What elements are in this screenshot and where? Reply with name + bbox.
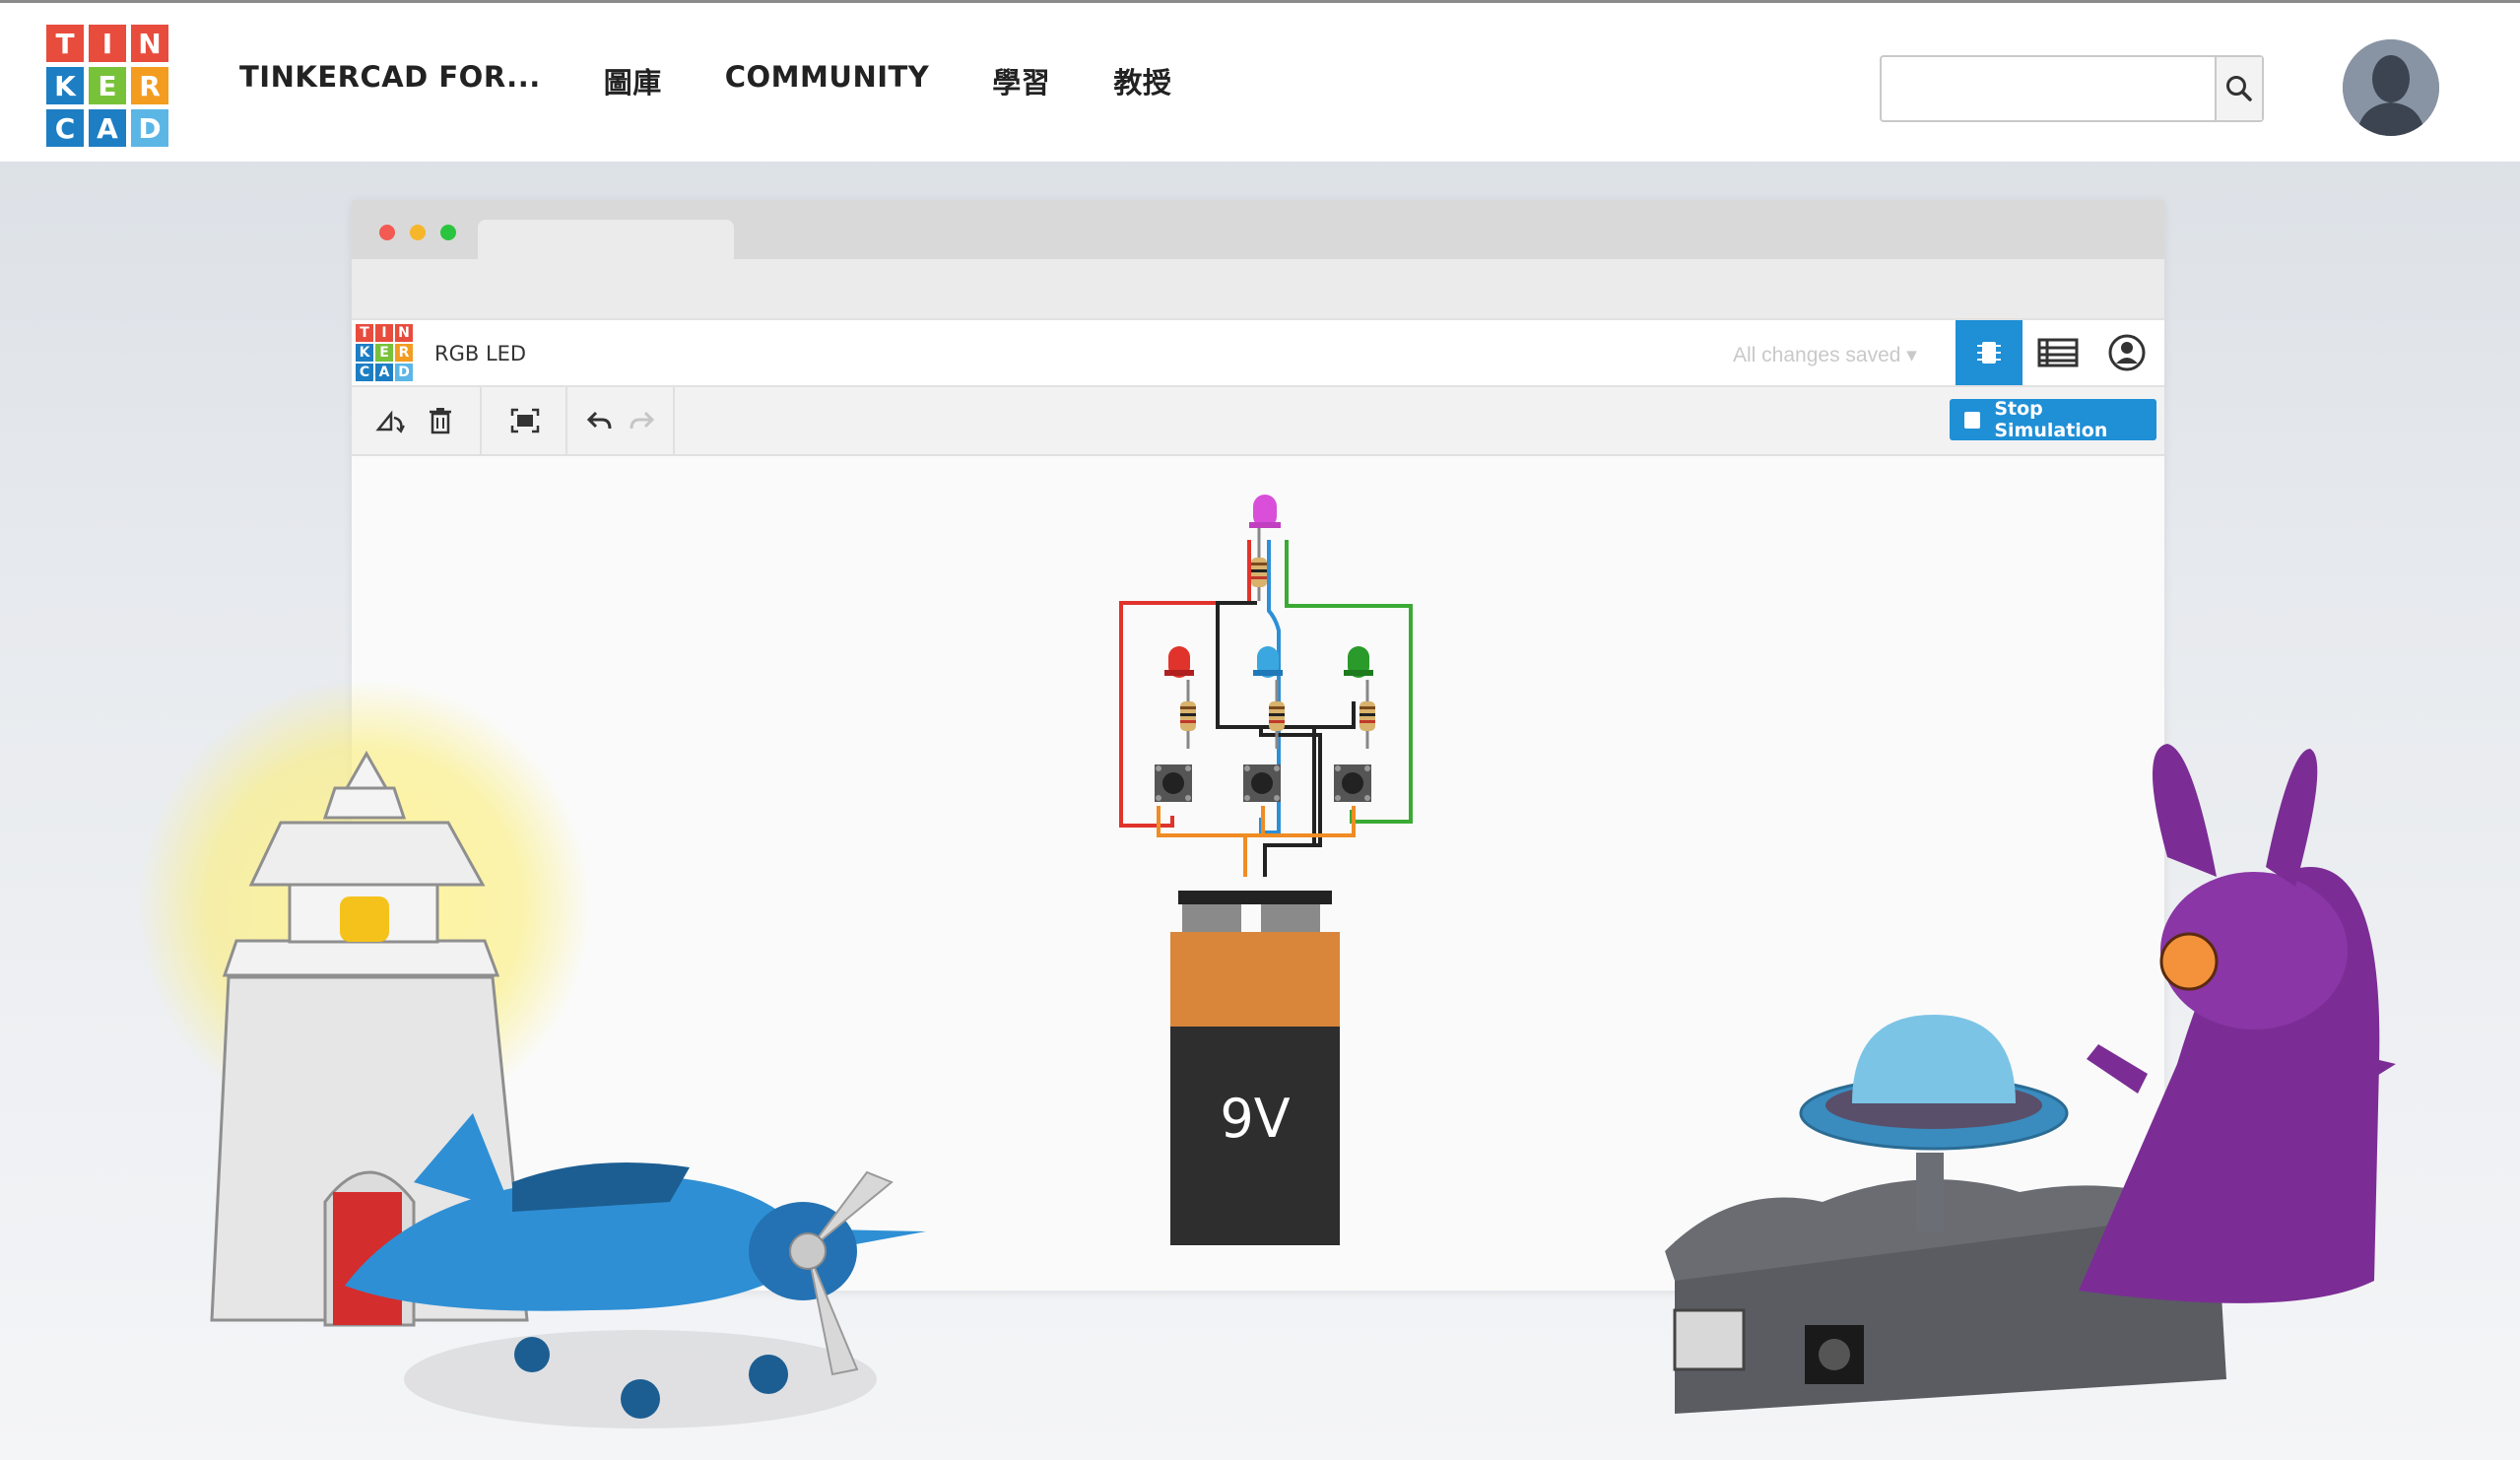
led-red[interactable]	[1164, 646, 1194, 678]
circuit-diagram[interactable]: 9V	[0, 0, 2520, 1460]
push-button[interactable]	[1155, 764, 1192, 802]
battery-label: 9V	[1220, 1088, 1290, 1150]
resistor[interactable]	[1269, 680, 1285, 749]
led-green[interactable]	[1344, 646, 1373, 678]
wire-orange	[1157, 806, 1356, 877]
push-button[interactable]	[1334, 764, 1371, 802]
push-button[interactable]	[1243, 764, 1281, 802]
rgb-led[interactable]	[1249, 495, 1281, 552]
resistor[interactable]	[1359, 680, 1375, 749]
resistor[interactable]	[1180, 680, 1196, 749]
battery-9v[interactable]: 9V	[1170, 891, 1340, 1245]
